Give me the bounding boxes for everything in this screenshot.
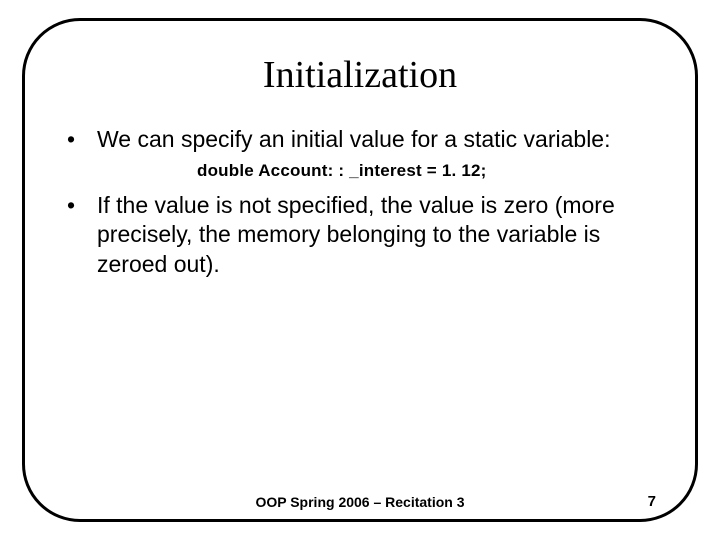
slide-title: Initialization	[63, 53, 657, 97]
slide-frame: Initialization • We can specify an initi…	[22, 18, 698, 522]
bullet-marker-icon: •	[63, 191, 97, 221]
bullet-list: • We can specify an initial value for a …	[63, 125, 657, 501]
slide-footer: OOP Spring 2006 – Recitation 3	[0, 494, 720, 510]
bullet-marker-icon: •	[63, 125, 97, 155]
bullet-item: • If the value is not specified, the val…	[63, 191, 657, 279]
code-line: double Account: : _interest = 1. 12;	[197, 161, 657, 181]
footer-text: OOP Spring 2006 – Recitation 3	[255, 494, 464, 510]
bullet-text: We can specify an initial value for a st…	[97, 125, 611, 154]
page-number: 7	[648, 493, 656, 510]
bullet-text: If the value is not specified, the value…	[97, 191, 657, 279]
bullet-item: • We can specify an initial value for a …	[63, 125, 657, 155]
